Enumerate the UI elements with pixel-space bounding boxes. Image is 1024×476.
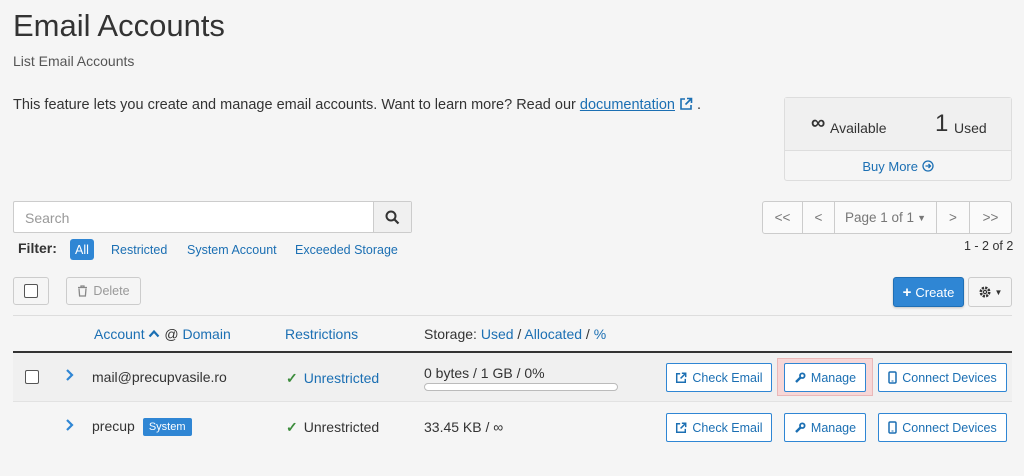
infinity-symbol: ∞ xyxy=(811,112,826,134)
table-row: precup System ✓ Unrestricted 33.45 KB / ∞ … xyxy=(13,403,1012,452)
check-icon: ✓ xyxy=(286,419,298,435)
filter-restricted[interactable]: Restricted xyxy=(111,243,167,257)
storage-usage: 33.45 KB / ∞ xyxy=(424,419,504,435)
external-link-icon xyxy=(676,372,687,383)
mobile-icon xyxy=(888,421,897,434)
filter-all[interactable]: All xyxy=(70,239,94,260)
plus-icon: + xyxy=(902,283,912,301)
filter-exceeded-storage[interactable]: Exceeded Storage xyxy=(295,243,398,257)
wrench-icon xyxy=(795,422,806,433)
sort-percent[interactable]: % xyxy=(594,326,606,342)
external-link-icon xyxy=(676,422,687,433)
connect-devices-button[interactable]: Connect Devices xyxy=(878,413,1007,442)
search-input[interactable]: Search xyxy=(13,201,412,233)
documentation-link[interactable]: documentation xyxy=(580,97,675,113)
settings-dropdown[interactable]: ▼ xyxy=(968,277,1012,307)
check-email-button[interactable]: Check Email xyxy=(666,413,772,442)
storage-progress-bar xyxy=(424,383,618,391)
restriction-status[interactable]: ✓ Unrestricted xyxy=(286,370,379,387)
sort-up-icon[interactable] xyxy=(148,329,160,338)
restriction-status: ✓ Unrestricted xyxy=(286,419,380,435)
filter-label: Filter: xyxy=(18,240,57,256)
buy-more-link[interactable]: Buy More xyxy=(785,159,1011,174)
trash-icon xyxy=(78,285,88,297)
wrench-icon xyxy=(795,372,806,383)
delete-button[interactable]: Delete xyxy=(66,277,141,305)
check-email-button[interactable]: Check Email xyxy=(666,363,772,392)
row-checkbox[interactable] xyxy=(25,370,39,384)
used-count: 1 xyxy=(935,110,949,137)
storage-header: Storage: Used / Allocated / % xyxy=(424,326,607,342)
gear-icon xyxy=(979,286,991,298)
external-link-icon[interactable] xyxy=(679,97,693,115)
restrictions-header[interactable]: Restrictions xyxy=(285,326,358,342)
used-label: Used xyxy=(954,120,987,136)
page-title: Email Accounts xyxy=(13,8,225,43)
page-subtitle: List Email Accounts xyxy=(13,53,135,69)
account-stats-panel: ∞ Available 1 Used Buy More xyxy=(784,97,1012,181)
caret-down-icon: ▼ xyxy=(994,287,1003,297)
expand-chevron-icon[interactable] xyxy=(65,368,74,385)
manage-button[interactable]: Manage xyxy=(784,413,866,442)
last-page-button[interactable]: >> xyxy=(969,201,1012,234)
check-icon: ✓ xyxy=(286,370,298,386)
prev-page-button[interactable]: < xyxy=(802,201,835,234)
create-button[interactable]: + Create xyxy=(893,277,964,307)
arrow-circle-right-icon xyxy=(921,160,934,172)
system-badge: System xyxy=(142,418,192,436)
search-icon xyxy=(385,210,400,224)
search-placeholder: Search xyxy=(25,210,70,226)
intro-text: This feature lets you create and manage … xyxy=(13,97,702,115)
result-count: 1 - 2 of 2 xyxy=(964,239,1014,253)
available-label: Available xyxy=(830,120,887,136)
sort-used[interactable]: Used xyxy=(481,326,514,342)
select-all-checkbox[interactable] xyxy=(13,277,49,305)
sort-allocated[interactable]: Allocated xyxy=(524,326,582,342)
storage-usage: 0 bytes / 1 GB / 0% xyxy=(424,365,545,381)
search-button[interactable] xyxy=(373,202,411,232)
mobile-icon xyxy=(888,371,897,384)
table-row: mail@precupvasile.ro ✓ Unrestricted 0 byt… xyxy=(13,353,1012,402)
caret-down-icon: ▼ xyxy=(917,212,926,223)
account-name: precup System xyxy=(92,418,192,436)
account-domain-header[interactable]: Account @ Domain xyxy=(94,326,231,342)
account-name: mail@precupvasile.ro xyxy=(92,369,227,385)
filter-system-account[interactable]: System Account xyxy=(187,243,277,257)
manage-button[interactable]: Manage xyxy=(784,363,866,392)
next-page-button[interactable]: > xyxy=(936,201,970,234)
expand-chevron-icon[interactable] xyxy=(65,418,74,435)
page-select[interactable]: Page 1 of 1 ▼ xyxy=(834,201,937,234)
connect-devices-button[interactable]: Connect Devices xyxy=(878,363,1007,392)
first-page-button[interactable]: << xyxy=(762,201,803,234)
